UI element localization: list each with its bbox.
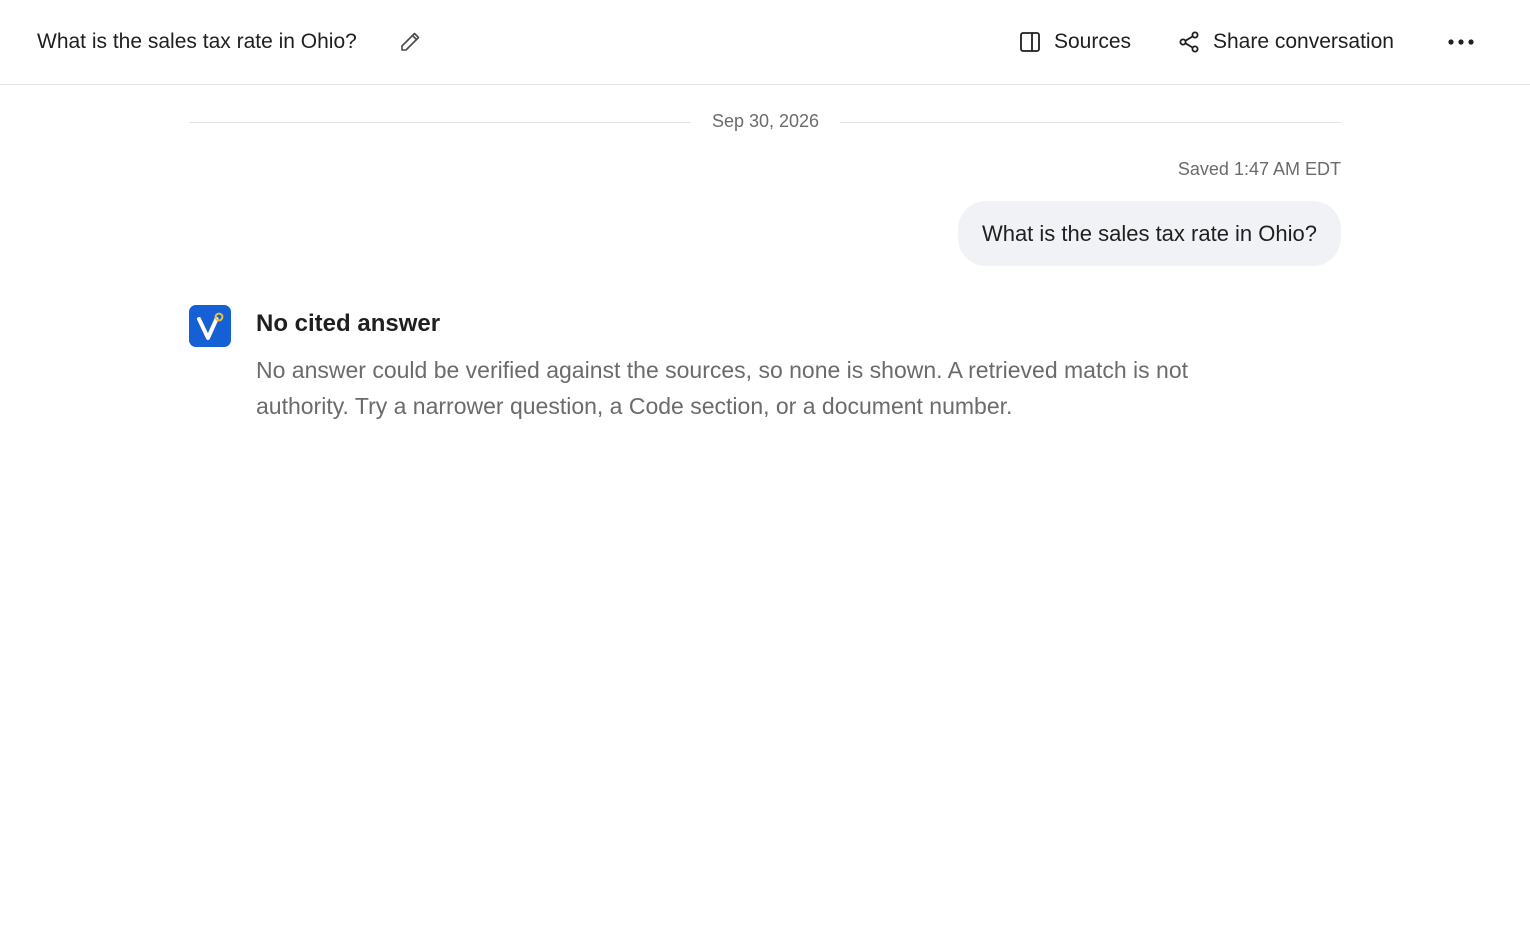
assistant-avatar [189, 305, 231, 347]
user-message-bubble: What is the sales tax rate in Ohio? [957, 201, 1341, 266]
date-divider: Sep 30, 2026 [189, 110, 1341, 134]
share-nodes-icon [1179, 31, 1199, 53]
assistant-logo-icon [197, 312, 224, 340]
edit-title-button[interactable] [396, 28, 424, 56]
side-panel-icon [1020, 32, 1040, 52]
divider-line-right [840, 122, 1341, 123]
more-horizontal-icon [1448, 39, 1474, 45]
pencil-icon [401, 32, 420, 51]
divider-line-left [189, 122, 691, 123]
sources-button[interactable]: Sources [1018, 22, 1131, 62]
conversation-header: What is the sales tax rate in Ohio? Sour… [0, 0, 1530, 85]
user-message-text: What is the sales tax rate in Ohio? [981, 220, 1317, 246]
conversation-title: What is the sales tax rate in Ohio? [37, 30, 357, 53]
share-label: Share conversation [1213, 30, 1394, 53]
sources-label: Sources [1054, 30, 1132, 53]
share-conversation-button[interactable]: Share conversation [1177, 22, 1394, 62]
more-options-button[interactable] [1444, 26, 1478, 58]
assistant-answer-body: No answer could be verified against the … [256, 357, 1189, 419]
conversation-date: Sep 30, 2026 [711, 111, 820, 131]
assistant-answer-title: No cited answer [256, 310, 441, 337]
saved-status: Saved 1:47 AM EDT [1177, 159, 1341, 179]
